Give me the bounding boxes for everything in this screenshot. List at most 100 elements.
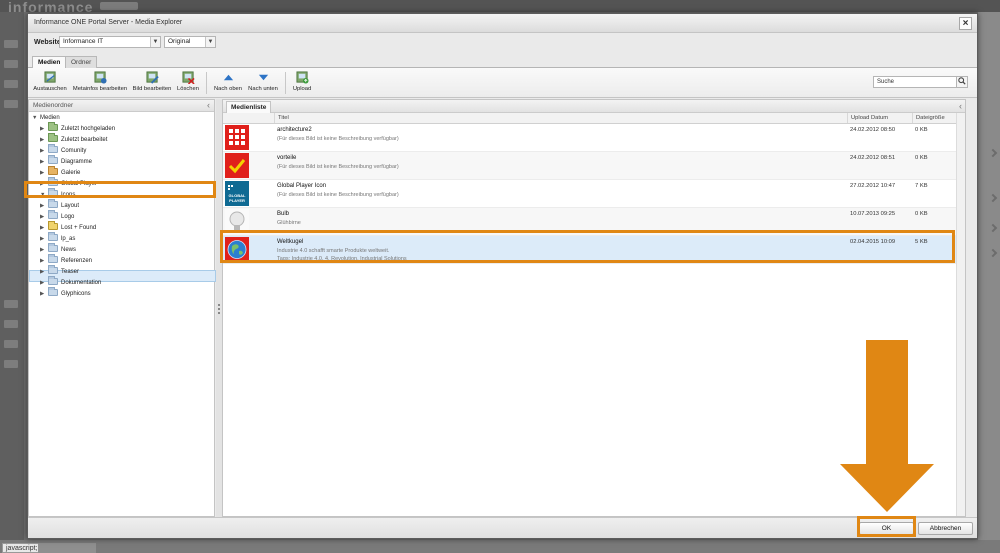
main-tabs: Medien Ordner (28, 55, 977, 69)
tree-item-label: Comunity (61, 148, 87, 154)
tree-item-news[interactable]: ▶ News (40, 243, 77, 256)
chevron-down-icon[interactable]: ▼ (150, 37, 160, 47)
media-title: Bulb (277, 211, 290, 217)
collapse-right-icon[interactable]: ‹ (959, 100, 962, 112)
folder-icon (48, 276, 58, 285)
background-header (0, 0, 1000, 12)
move-up-label: Nach oben (213, 86, 243, 92)
collapse-left-icon[interactable]: ‹ (207, 100, 210, 111)
upload-label: Upload (292, 86, 312, 92)
tree-item-label: Referenzen (61, 258, 93, 264)
collapsed-triangle-icon[interactable]: ▶ (40, 289, 48, 300)
search-input[interactable]: Suche (873, 76, 957, 88)
folder-panel-header: Medienordner ‹ (29, 100, 214, 112)
move-up-button[interactable]: Nach oben (212, 71, 244, 92)
media-list-scrollbar[interactable] (956, 113, 965, 516)
collapsed-triangle-icon[interactable]: ▶ (40, 157, 48, 168)
search-icon (958, 77, 966, 85)
media-description: (Für dieses Bild ist keine Beschreibung … (277, 192, 399, 198)
dialog-title: Informance ONE Portal Server - Media Exp… (34, 19, 183, 26)
tab-ordner[interactable]: Ordner (65, 56, 98, 68)
replace-icon (43, 71, 56, 83)
background-sidebar-icon (4, 360, 18, 368)
tree-item-label: Galerie (61, 170, 81, 176)
expanded-triangle-icon[interactable]: ▼ (32, 113, 40, 124)
move-down-button[interactable]: Nach unten (246, 71, 280, 92)
collapsed-triangle-icon[interactable]: ▶ (40, 135, 48, 146)
collapsed-triangle-icon[interactable]: ▶ (40, 223, 48, 234)
tree-item-layout[interactable]: ▶ Layout (40, 199, 80, 212)
collapsed-triangle-icon[interactable]: ▶ (40, 267, 48, 278)
media-row[interactable]: vorteile (Für dieses Bild ist keine Besc… (223, 152, 956, 180)
media-description: (Für dieses Bild ist keine Beschreibung … (277, 136, 399, 142)
tree-item-label: Medien (40, 115, 60, 121)
media-upload-date: 10.07.2013 09:25 (850, 211, 896, 217)
collapsed-triangle-icon[interactable]: ▶ (40, 256, 48, 267)
background-tab (38, 543, 96, 553)
edit-image-icon (145, 71, 159, 84)
tree-item-teaser[interactable]: ▶ Teaser (40, 265, 80, 278)
website-select[interactable]: Informance IT ▼ (59, 36, 161, 48)
collapsed-triangle-icon[interactable]: ▶ (40, 212, 48, 223)
media-explorer-dialog: Informance ONE Portal Server - Media Exp… (27, 13, 978, 539)
chevron-down-icon[interactable]: ▼ (205, 37, 215, 47)
media-upload-date: 27.02.2012 10:47 (850, 183, 896, 189)
background-sidebar-icon (4, 100, 18, 108)
search-button[interactable] (956, 76, 968, 88)
folder-icon (48, 122, 58, 131)
background-sidebar-icon (4, 320, 18, 328)
edit-metadata-icon (93, 71, 107, 84)
tree-item-label: Logo (61, 214, 75, 220)
media-row[interactable]: GLOBAL PLAYER Global Player Icon (Für di… (223, 180, 956, 208)
tree-item-galerie[interactable]: ▶ Galerie (40, 166, 81, 179)
tab-medienliste[interactable]: Medienliste (226, 101, 272, 113)
move-down-label: Nach unten (248, 86, 278, 92)
media-row[interactable]: architecture2 (Für dieses Bild ist keine… (223, 124, 956, 152)
replace-button[interactable]: Austauschen (32, 71, 68, 92)
collapsed-triangle-icon[interactable]: ▶ (40, 201, 48, 212)
delete-icon (181, 71, 195, 84)
folder-icon (48, 265, 58, 274)
toolbar: Austauschen Metainfos bearbeiten Bild be… (28, 68, 977, 98)
folder-icon (48, 254, 58, 263)
media-title: vorteile (277, 155, 297, 161)
tree-item-medien[interactable]: ▼ Medien (32, 113, 60, 124)
folder-panel-title: Medienordner (33, 102, 74, 109)
collapsed-triangle-icon[interactable]: ▶ (40, 124, 48, 135)
delete-label: Löschen (177, 86, 199, 92)
collapsed-triangle-icon[interactable]: ▶ (40, 146, 48, 157)
media-description: Glühbirne (277, 220, 301, 226)
media-file-size: 7 KB (915, 183, 928, 189)
column-upload-date[interactable]: Upload Datum (847, 113, 912, 123)
tree-item-logo[interactable]: ▶ Logo (40, 210, 75, 223)
column-file-size[interactable]: Dateigröße (912, 113, 956, 123)
tree-item-label: Layout (61, 203, 80, 209)
media-file-size: 0 KB (915, 127, 928, 133)
column-title[interactable]: Titel (274, 113, 849, 123)
collapsed-triangle-icon[interactable]: ▶ (40, 234, 48, 245)
cancel-button[interactable]: Abbrechen (918, 522, 973, 535)
edit-metadata-button[interactable]: Metainfos bearbeiten (72, 71, 128, 92)
edit-image-button[interactable]: Bild bearbeiten (132, 71, 172, 92)
status-text: javascript; (2, 543, 42, 553)
checkmark-thumbnail (225, 153, 249, 178)
tree-item-label: Teaser (61, 269, 80, 275)
replace-label: Austauschen (33, 86, 67, 92)
tree-item-comunity[interactable]: ▶ Comunity (40, 144, 87, 157)
tree-item-label: News (61, 247, 77, 253)
delete-button[interactable]: Löschen (175, 71, 201, 92)
background-logo-badge (100, 2, 138, 10)
collapsed-triangle-icon[interactable]: ▶ (40, 245, 48, 256)
folder-icon (48, 210, 58, 219)
collapsed-triangle-icon[interactable]: ▶ (40, 168, 48, 179)
tree-item-glyphicons[interactable]: ▶ Glyphicons (40, 287, 91, 300)
collapsed-triangle-icon[interactable]: ▶ (40, 278, 48, 289)
close-icon: × (962, 18, 969, 29)
upload-button[interactable]: Upload (290, 71, 314, 92)
toolbar-separator (206, 72, 207, 94)
version-select[interactable]: Original ▼ (164, 36, 216, 48)
background-sidebar-icon (4, 40, 18, 48)
tree-item-lp-as[interactable]: ▶ lp_as (40, 232, 75, 245)
close-button[interactable]: × (959, 17, 972, 30)
arrow-down-icon (840, 340, 934, 512)
